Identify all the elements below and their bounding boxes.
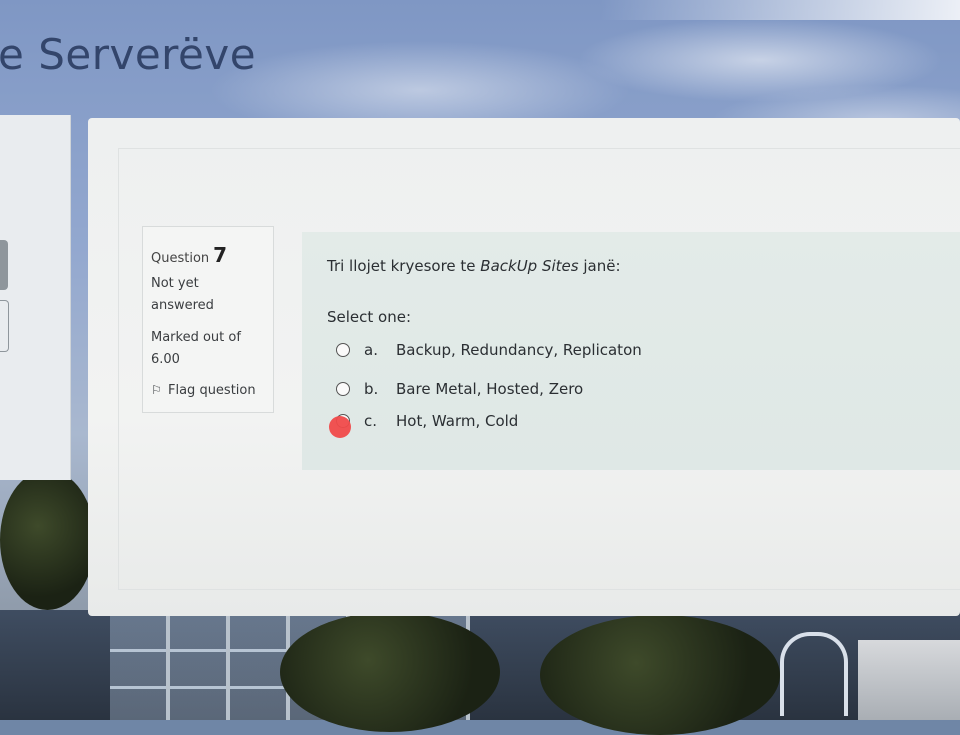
left-panel-button[interactable]: [0, 240, 8, 290]
option-letter: a.: [364, 341, 378, 359]
select-one-prompt: Select one:: [327, 308, 412, 326]
question-text-italic: BackUp Sites: [480, 257, 579, 275]
option-letter: c.: [364, 412, 378, 430]
tree-center-right: [540, 615, 780, 735]
question-number: Question 7: [151, 243, 227, 267]
flag-question-link[interactable]: ⚐ Flag question: [151, 383, 256, 398]
left-block-panel: [0, 115, 71, 480]
answer-option-a[interactable]: a. Backup, Redundancy, Replicaton: [336, 341, 642, 359]
option-text: Hot, Warm, Cold: [396, 412, 519, 430]
cursor-indicator: [329, 416, 351, 438]
left-panel-button-outline[interactable]: [0, 300, 9, 352]
option-text: Bare Metal, Hosted, Zero: [396, 380, 584, 398]
question-text-part2: janë:: [578, 257, 621, 275]
question-text: Tri llojet kryesore te BackUp Sites janë…: [327, 257, 621, 275]
question-state: Not yet answered: [151, 276, 214, 313]
flag-question-label: Flag question: [168, 383, 256, 398]
option-text: Backup, Redundancy, Replicaton: [396, 341, 642, 359]
tree-center: [280, 612, 500, 732]
flag-icon: ⚐: [151, 383, 162, 397]
question-text-part1: Tri llojet kryesore te: [327, 257, 481, 275]
question-number-value: 7: [213, 243, 228, 267]
option-letter: b.: [364, 380, 379, 398]
background-right-building: [858, 640, 960, 720]
tree-left: [0, 470, 95, 610]
course-title: e Serverëve: [0, 30, 257, 79]
radio-button-b[interactable]: [336, 382, 350, 396]
question-marks: Marked out of 6.00: [151, 330, 241, 367]
radio-button-a[interactable]: [336, 343, 350, 357]
answer-option-b[interactable]: b. Bare Metal, Hosted, Zero: [336, 380, 583, 398]
question-label: Question: [151, 251, 210, 266]
answer-option-c[interactable]: c. Hot, Warm, Cold: [336, 412, 518, 430]
question-info-box: Question 7 Not yet answered Marked out of…: [142, 226, 274, 413]
building-arch-logo: [780, 632, 848, 716]
screen-glare: [600, 0, 960, 20]
